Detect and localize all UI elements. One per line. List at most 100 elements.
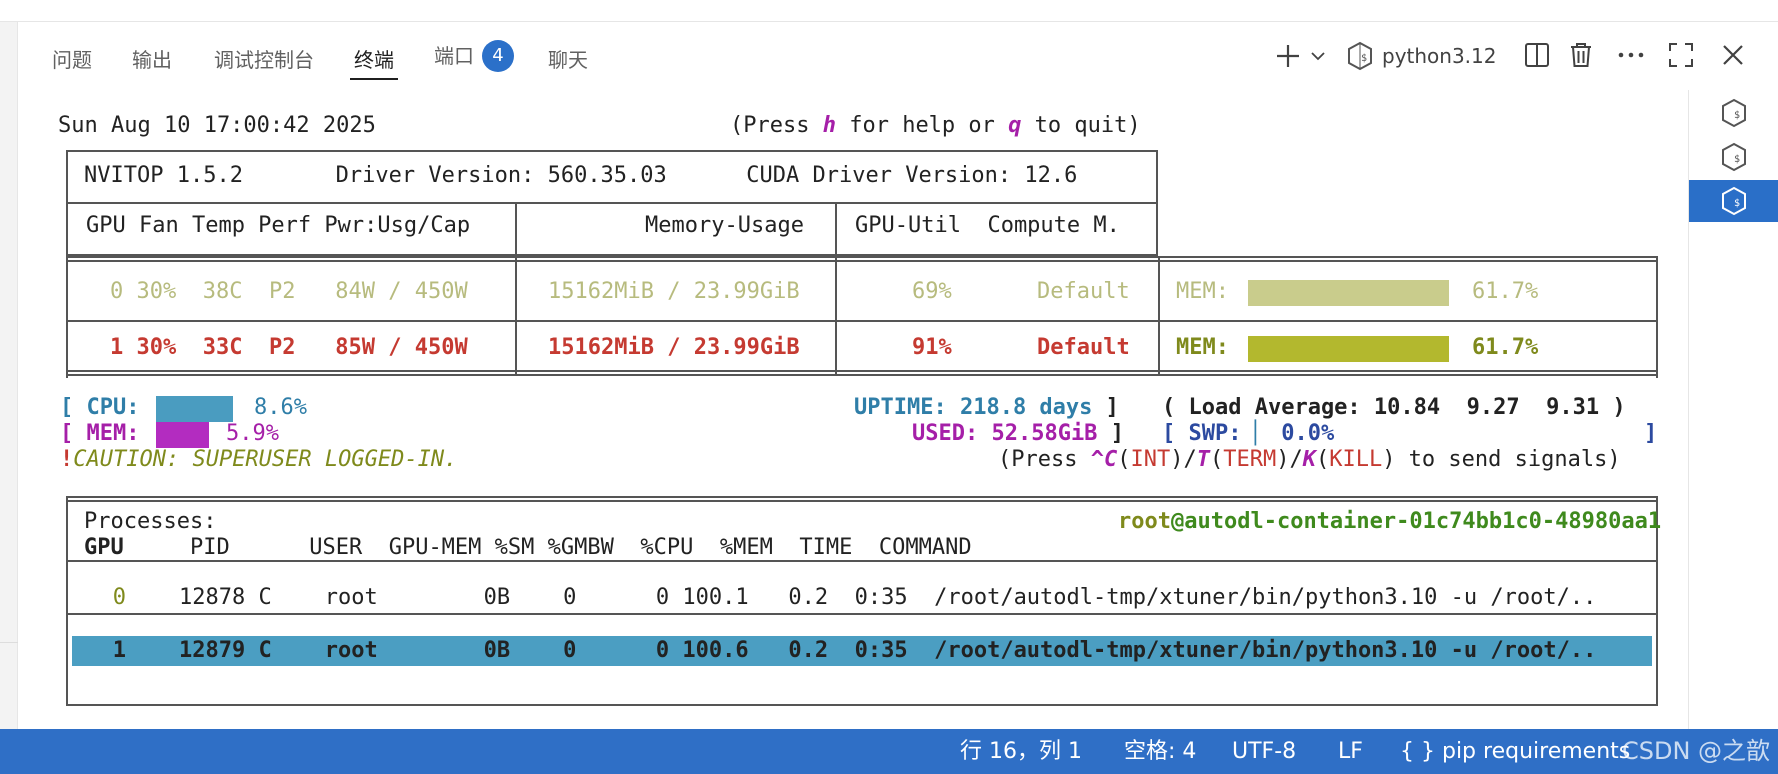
gpu0-util: 69%	[912, 279, 952, 304]
gpu0-memory: 15162MiB / 23.99GiB	[548, 279, 800, 304]
swap-label: [ SWP: ▏ 0.0%	[1162, 421, 1335, 446]
cpu-label: [ CPU:	[60, 395, 140, 420]
gpu1-mem-label: MEM:	[1176, 335, 1229, 360]
ellipsis-icon	[1618, 52, 1644, 58]
svg-text:$: $	[1361, 53, 1367, 64]
process-row[interactable]: 0 12878 C root 0B 0 0 100.1 0.2 0:35 /ro…	[84, 584, 1644, 612]
status-bar: 行 16，列 1 空格: 4 UTF-8 LF { } pip requirem…	[0, 729, 1778, 774]
tab-output[interactable]: 输出	[132, 44, 172, 80]
gpu1-mem-percent: 61.7%	[1472, 335, 1539, 360]
gpu0-stats: 0 30% 38C P2 84W / 450W	[110, 279, 468, 304]
load-average: ( Load Average: 10.84 9.27 9.31 )	[1162, 395, 1626, 420]
host-mem-used: USED: 52.58GiB ]	[912, 421, 1124, 446]
shell-icon: $	[1722, 142, 1746, 172]
indentation[interactable]: 空格: 4	[1124, 729, 1196, 774]
gpu-columns-right: GPU-Util Compute M.	[855, 213, 1120, 238]
host-mem-label: [ MEM:	[60, 421, 140, 446]
uptime: UPTIME: 218.8 days ]	[854, 395, 1119, 420]
divider	[835, 256, 837, 374]
processes-title: Processes:	[84, 509, 217, 534]
divider	[66, 374, 1658, 376]
divider	[66, 370, 1658, 372]
tab-label: 调试控制台	[214, 48, 314, 72]
shell-icon: $	[1722, 186, 1746, 216]
shell-icon: $	[1722, 98, 1746, 128]
tab-problems[interactable]: 问题	[52, 44, 92, 80]
terminal-instance-1[interactable]: $	[1689, 92, 1778, 134]
tab-label: 端口	[434, 44, 474, 68]
cursor-position[interactable]: 行 16，列 1	[960, 729, 1082, 774]
tab-label: 输出	[132, 48, 172, 72]
help-hint: (Press h for help or q to quit)	[730, 113, 1141, 138]
gpu0-memory-bar	[1248, 280, 1449, 306]
swap-close-bracket: ]	[1644, 421, 1658, 446]
split-terminal-button[interactable]	[1522, 40, 1552, 70]
gpu1-memory: 15162MiB / 23.99GiB	[548, 335, 800, 360]
plus-icon	[1277, 45, 1299, 67]
terminal-output[interactable]: Sun Aug 10 17:00:42 2025 (Press h for he…	[58, 108, 1662, 718]
divider	[66, 320, 1658, 322]
user-at-host: root@autodl-container-01c74bb1c0-48980aa…	[1118, 509, 1662, 534]
cpu-percent: 8.6%	[254, 395, 307, 420]
gpu0-compute-mode: Default	[1037, 279, 1130, 304]
split-icon	[1525, 43, 1549, 67]
python-shell-icon: $	[1348, 41, 1372, 71]
terminal-instance-2[interactable]: $	[1689, 136, 1778, 178]
kill-terminal-button[interactable]	[1566, 40, 1596, 70]
host-mem-percent: 5.9%	[226, 421, 279, 446]
active-tab-underline	[350, 78, 398, 80]
divider	[515, 256, 517, 374]
datetime: Sun Aug 10 17:00:42 2025	[58, 113, 376, 138]
process-columns: GPU PID USER GPU-MEM %SM %GMBW %CPU %MEM…	[84, 535, 972, 560]
nvitop-version-line: NVITOP 1.5.2 Driver Version: 560.35.03 C…	[84, 163, 1078, 188]
gpu0-mem-percent: 61.7%	[1472, 279, 1539, 304]
terminal-profile-selector[interactable]: $ python3.12	[1346, 38, 1497, 74]
gpu1-memory-bar	[1248, 336, 1449, 362]
close-icon	[1723, 45, 1743, 65]
signals-hint: (Press ^C(INT)/T(TERM)/K(KILL) to send s…	[998, 447, 1621, 472]
terminal-profile-label: python3.12	[1382, 44, 1497, 68]
terminal-dropdown-button[interactable]	[1306, 44, 1330, 68]
chevron-down-icon	[1311, 52, 1325, 61]
encoding[interactable]: UTF-8	[1232, 729, 1296, 774]
left-edge-panel	[0, 22, 18, 729]
gpu-columns-left: GPU Fan Temp Perf Pwr:Usg/Cap	[86, 213, 471, 238]
divider	[835, 202, 837, 256]
close-panel-button[interactable]	[1718, 40, 1748, 70]
svg-text:$: $	[1734, 198, 1740, 209]
window-top-strip	[0, 0, 1778, 22]
terminal-instance-3[interactable]: $	[1689, 180, 1778, 222]
language-mode[interactable]: { } pip requirements	[1400, 729, 1630, 774]
tab-terminal[interactable]: 终端	[350, 44, 398, 80]
ports-count-badge: 4	[482, 39, 514, 72]
cpu-usage-bar	[156, 396, 233, 422]
divider	[515, 202, 517, 256]
watermark: CSDN @之歆	[1622, 737, 1771, 765]
tab-debug-console[interactable]: 调试控制台	[214, 44, 314, 80]
superuser-caution: !CAUTION: SUPERUSER LOGGED-IN.	[60, 447, 458, 472]
tab-label: 问题	[52, 48, 92, 72]
more-actions-button[interactable]	[1616, 40, 1646, 70]
gpu1-util: 91%	[912, 335, 952, 360]
svg-text:$: $	[1734, 110, 1740, 121]
divider	[66, 202, 1158, 204]
maximize-icon	[1669, 43, 1693, 67]
divider	[66, 613, 1658, 615]
svg-text:$: $	[1734, 154, 1740, 165]
tab-label: 终端	[354, 48, 394, 72]
tab-ports[interactable]: 端口 4	[434, 39, 514, 76]
trash-icon	[1571, 43, 1591, 67]
gpu1-compute-mode: Default	[1037, 335, 1130, 360]
tab-label: 聊天	[548, 48, 588, 72]
maximize-panel-button[interactable]	[1666, 40, 1696, 70]
new-terminal-button[interactable]	[1272, 40, 1304, 72]
tab-chat[interactable]: 聊天	[548, 44, 588, 80]
gpu1-stats: 1 30% 33C P2 85W / 450W	[110, 335, 468, 360]
gpu0-mem-label: MEM:	[1176, 279, 1229, 304]
process-row-selected[interactable]: 1 12879 C root 0B 0 0 100.6 0.2 0:35 /ro…	[84, 637, 1644, 665]
host-mem-bar	[156, 422, 209, 448]
divider	[1158, 256, 1160, 374]
terminal-tabs-rail: $ $ $	[1688, 90, 1778, 729]
gpu-columns-mid: Memory-Usage	[645, 213, 804, 238]
end-of-line[interactable]: LF	[1338, 729, 1363, 774]
